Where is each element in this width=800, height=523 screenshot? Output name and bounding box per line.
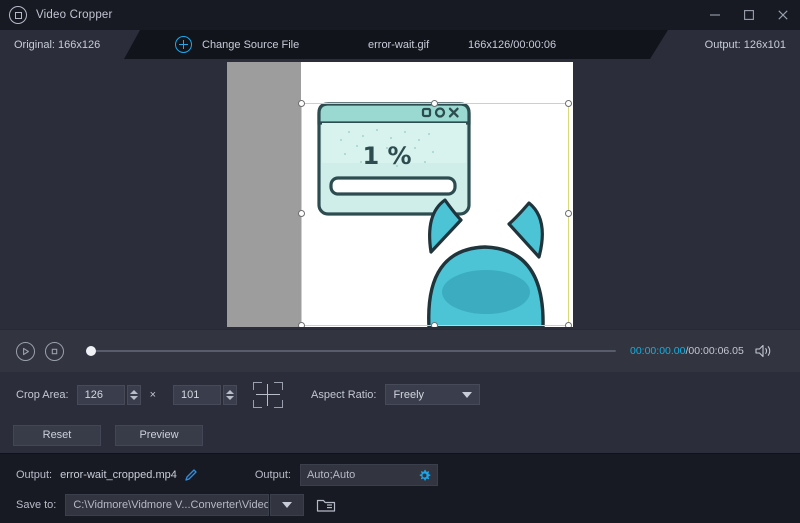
crop-crosshair-icon[interactable] [253, 382, 283, 408]
crop-height-stepper-up[interactable] [226, 390, 234, 394]
gear-icon[interactable] [418, 469, 431, 482]
action-buttons-bar: Reset Preview [0, 417, 800, 453]
save-to-path-input[interactable]: C:\Vidmore\Vidmore V...Converter\Video C… [65, 494, 269, 516]
output-format-value: Auto;Auto [307, 469, 418, 481]
change-source-file-button[interactable]: Change Source File [175, 30, 299, 59]
dimension-multiply-symbol: × [150, 389, 156, 401]
stop-circle-icon[interactable] [45, 342, 64, 361]
output-size-label: Output: 126x101 [705, 39, 786, 51]
crop-handle-top-right[interactable] [565, 100, 572, 107]
title-bar: Video Cropper [0, 0, 800, 30]
current-time: 00:00:00.00 [630, 345, 685, 357]
maximize-icon[interactable] [732, 0, 766, 30]
close-icon[interactable] [766, 0, 800, 30]
video-cropper-window: Video Cropper Original: 166x126 Change S… [0, 0, 800, 523]
preview-button[interactable]: Preview [115, 425, 203, 446]
crop-width-stepper[interactable] [127, 385, 141, 405]
crop-controls-bar: Crop Area: 126 × 101 Aspect Ratio: Freel… [0, 372, 800, 417]
crop-height-stepper-down[interactable] [226, 396, 234, 400]
play-circle-icon[interactable] [16, 342, 35, 361]
reset-button[interactable]: Reset [13, 425, 101, 446]
playback-bar: 00:00:00.00/00:00:06.05 [0, 329, 800, 372]
crop-selection-box[interactable] [301, 103, 569, 326]
crop-height-stepper[interactable] [223, 385, 237, 405]
plus-circle-icon [175, 36, 192, 53]
aspect-ratio-value: Freely [393, 389, 462, 401]
time-display: 00:00:00.00/00:00:06.05 [630, 345, 744, 357]
footer-bar: Output: error-wait_cropped.mp4 Output: A… [0, 453, 800, 523]
pencil-icon[interactable] [184, 468, 198, 482]
crop-handle-bottom-left[interactable] [298, 322, 305, 327]
total-time: 00:00:06.05 [688, 345, 743, 357]
aspect-ratio-label: Aspect Ratio: [311, 389, 376, 401]
crop-handle-bottom-center[interactable] [431, 322, 438, 327]
crop-handle-middle-left[interactable] [298, 210, 305, 217]
seek-track [86, 350, 616, 352]
crop-area-label: Crop Area: [16, 389, 69, 401]
crop-width-stepper-up[interactable] [130, 390, 138, 394]
chevron-down-icon [462, 392, 472, 398]
volume-icon[interactable] [755, 344, 772, 358]
crop-width-value: 126 [85, 389, 103, 401]
crop-height-input[interactable]: 101 [173, 385, 221, 405]
output-settings-row: Output: error-wait_cropped.mp4 Output: A… [0, 464, 800, 486]
seek-slider[interactable] [86, 344, 616, 358]
aspect-ratio-select[interactable]: Freely [385, 384, 480, 405]
seek-knob[interactable] [86, 346, 96, 356]
source-info-bar: Original: 166x126 Change Source File err… [0, 30, 800, 59]
window-controls [698, 0, 800, 30]
original-size-label: Original: 166x126 [14, 39, 100, 51]
output-size-tab: Output: 126x101 [650, 30, 800, 59]
save-location-row: Save to: C:\Vidmore\Vidmore V...Converte… [0, 494, 800, 516]
crop-handle-middle-right[interactable] [565, 210, 572, 217]
save-to-dropdown-button[interactable] [270, 494, 304, 516]
output-format-field[interactable]: Auto;Auto [300, 464, 438, 486]
crop-height-value: 101 [181, 389, 199, 401]
output-name-value: error-wait_cropped.mp4 [60, 469, 177, 481]
folder-icon[interactable] [316, 496, 338, 514]
chevron-down-icon [282, 502, 292, 508]
minimize-icon[interactable] [698, 0, 732, 30]
change-source-file-label: Change Source File [202, 39, 299, 51]
source-file-name: error-wait.gif [368, 30, 429, 59]
crop-width-input[interactable]: 126 [77, 385, 125, 405]
crop-handle-top-left[interactable] [298, 100, 305, 107]
source-file-dims-duration: 166x126/00:00:06 [468, 30, 556, 59]
crop-handle-bottom-right[interactable] [565, 322, 572, 327]
video-preview-area[interactable]: 1 % [0, 59, 800, 329]
window-title: Video Cropper [36, 9, 113, 21]
video-cropper-logo-icon [9, 6, 27, 24]
save-to-label: Save to: [16, 499, 56, 511]
crop-width-stepper-down[interactable] [130, 396, 138, 400]
crop-handle-top-center[interactable] [431, 100, 438, 107]
media-canvas: 1 % [227, 62, 573, 327]
output-format-label: Output: [255, 469, 291, 481]
output-name-label: Output: [16, 469, 52, 481]
original-size-tab: Original: 166x126 [0, 30, 140, 59]
